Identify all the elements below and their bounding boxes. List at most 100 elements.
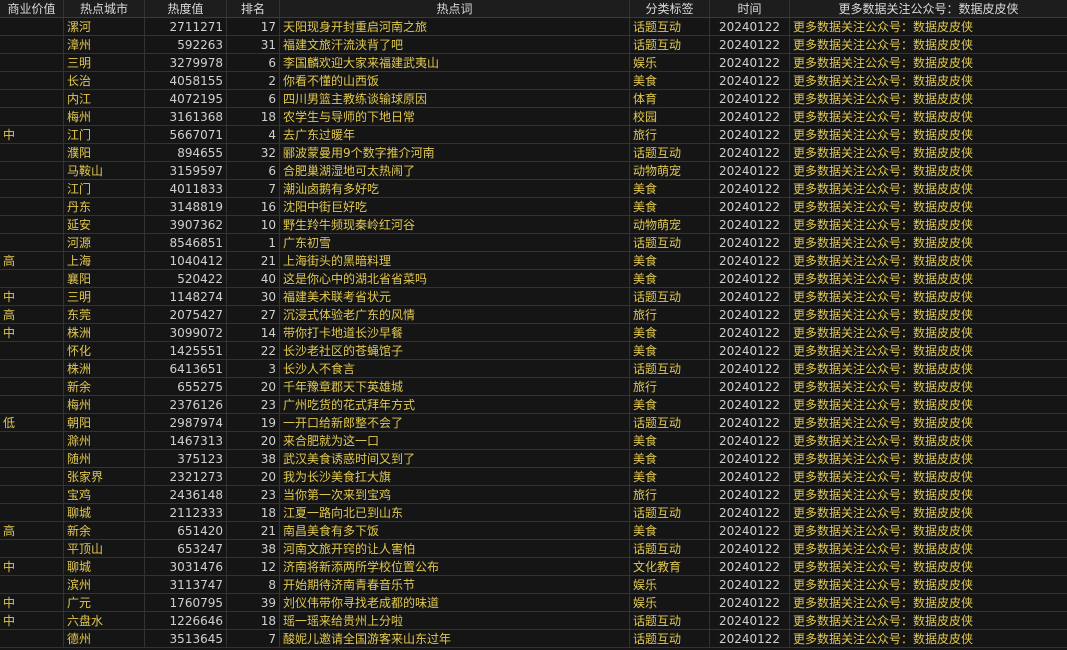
- cell-rank[interactable]: 8: [227, 576, 280, 593]
- cell-category[interactable]: 话题互动: [630, 288, 710, 305]
- cell-hot-city[interactable]: 滁州: [64, 432, 145, 449]
- table-row[interactable]: 中广元 1760795 39 刘仪伟带你寻找老成都的味道 娱乐 20240122 更多数据关…: [0, 594, 1067, 612]
- cell-time[interactable]: 20240122: [710, 216, 790, 233]
- cell-hot-city[interactable]: 河源: [64, 234, 145, 251]
- header-time[interactable]: 时间: [710, 0, 790, 17]
- cell-heat-value[interactable]: 8546851: [145, 234, 227, 251]
- cell-hot-city[interactable]: 张家界: [64, 468, 145, 485]
- cell-time[interactable]: 20240122: [710, 234, 790, 251]
- table-row[interactable]: 江门 4011833 7 潮汕卤鹅有多好吃 美食 20240122 更多数据关注公众号：数据…: [0, 180, 1067, 198]
- cell-category[interactable]: 美食: [630, 522, 710, 539]
- cell-more-data[interactable]: 更多数据关注公众号：数据皮皮侠: [790, 162, 1067, 179]
- table-row[interactable]: 滨州 3113747 8 开始期待济南青春音乐节 娱乐 20240122 更多数据关注公众号…: [0, 576, 1067, 594]
- cell-heat-value[interactable]: 6413651: [145, 360, 227, 377]
- cell-category[interactable]: 美食: [630, 270, 710, 287]
- cell-more-data[interactable]: 更多数据关注公众号：数据皮皮侠: [790, 594, 1067, 611]
- cell-time[interactable]: 20240122: [710, 450, 790, 467]
- cell-heat-value[interactable]: 3513645: [145, 630, 227, 647]
- table-row[interactable]: 随州 375123 38 武汉美食诱惑时间又到了 美食 20240122 更多数据关注公众号…: [0, 450, 1067, 468]
- cell-time[interactable]: 20240122: [710, 432, 790, 449]
- cell-time[interactable]: 20240122: [710, 324, 790, 341]
- cell-commercial-value[interactable]: [0, 486, 64, 503]
- cell-hot-word[interactable]: 郦波蒙曼用9个数字推介河南: [280, 144, 630, 161]
- cell-commercial-value[interactable]: 高: [0, 522, 64, 539]
- cell-hot-city[interactable]: 平顶山: [64, 540, 145, 557]
- cell-hot-city[interactable]: 六盘水: [64, 612, 145, 629]
- header-category[interactable]: 分类标签: [630, 0, 710, 17]
- cell-hot-word[interactable]: 这是你心中的湖北省省菜吗: [280, 270, 630, 287]
- cell-time[interactable]: 20240122: [710, 360, 790, 377]
- cell-category[interactable]: 话题互动: [630, 414, 710, 431]
- cell-hot-city[interactable]: 襄阳: [64, 270, 145, 287]
- cell-more-data[interactable]: 更多数据关注公众号：数据皮皮侠: [790, 378, 1067, 395]
- cell-rank[interactable]: 7: [227, 180, 280, 197]
- cell-hot-city[interactable]: 朝阳: [64, 414, 145, 431]
- cell-commercial-value[interactable]: 中: [0, 612, 64, 629]
- cell-hot-city[interactable]: 三明: [64, 288, 145, 305]
- cell-hot-word[interactable]: 开始期待济南青春音乐节: [280, 576, 630, 593]
- cell-heat-value[interactable]: 3099072: [145, 324, 227, 341]
- table-row[interactable]: 高新余 651420 21 南昌美食有多下饭 美食 20240122 更多数据关注公众号：数…: [0, 522, 1067, 540]
- cell-rank[interactable]: 19: [227, 414, 280, 431]
- cell-hot-word[interactable]: 去广东过暖年: [280, 126, 630, 143]
- cell-category[interactable]: 话题互动: [630, 540, 710, 557]
- cell-time[interactable]: 20240122: [710, 558, 790, 575]
- cell-more-data[interactable]: 更多数据关注公众号：数据皮皮侠: [790, 306, 1067, 323]
- cell-rank[interactable]: 6: [227, 54, 280, 71]
- cell-heat-value[interactable]: 1148274: [145, 288, 227, 305]
- cell-more-data[interactable]: 更多数据关注公众号：数据皮皮侠: [790, 216, 1067, 233]
- cell-commercial-value[interactable]: [0, 504, 64, 521]
- cell-commercial-value[interactable]: [0, 396, 64, 413]
- cell-more-data[interactable]: 更多数据关注公众号：数据皮皮侠: [790, 612, 1067, 629]
- cell-hot-city[interactable]: 延安: [64, 216, 145, 233]
- cell-commercial-value[interactable]: 中: [0, 324, 64, 341]
- cell-heat-value[interactable]: 2376126: [145, 396, 227, 413]
- cell-hot-word[interactable]: 一开口给新郎整不会了: [280, 414, 630, 431]
- cell-time[interactable]: 20240122: [710, 486, 790, 503]
- cell-commercial-value[interactable]: [0, 180, 64, 197]
- cell-rank[interactable]: 17: [227, 18, 280, 35]
- table-row[interactable]: 德州 3513645 7 酸妮儿邀请全国游客来山东过年 话题互动 20240122 更多数据…: [0, 630, 1067, 648]
- cell-heat-value[interactable]: 3148819: [145, 198, 227, 215]
- cell-more-data[interactable]: 更多数据关注公众号：数据皮皮侠: [790, 18, 1067, 35]
- cell-commercial-value[interactable]: [0, 198, 64, 215]
- cell-category[interactable]: 娱乐: [630, 576, 710, 593]
- table-row[interactable]: 平顶山 653247 38 河南文旅开窍的让人害怕 话题互动 20240122 更多数据关注…: [0, 540, 1067, 558]
- cell-commercial-value[interactable]: [0, 342, 64, 359]
- cell-heat-value[interactable]: 4072195: [145, 90, 227, 107]
- cell-category[interactable]: 美食: [630, 198, 710, 215]
- cell-more-data[interactable]: 更多数据关注公众号：数据皮皮侠: [790, 342, 1067, 359]
- cell-time[interactable]: 20240122: [710, 162, 790, 179]
- table-row[interactable]: 马鞍山 3159597 6 合肥巢湖湿地可太热闹了 动物萌宠 20240122 更多数据关注…: [0, 162, 1067, 180]
- cell-category[interactable]: 校园: [630, 108, 710, 125]
- cell-hot-word[interactable]: 长沙老社区的苍蝇馆子: [280, 342, 630, 359]
- cell-heat-value[interactable]: 3031476: [145, 558, 227, 575]
- cell-rank[interactable]: 30: [227, 288, 280, 305]
- cell-rank[interactable]: 31: [227, 36, 280, 53]
- cell-more-data[interactable]: 更多数据关注公众号：数据皮皮侠: [790, 522, 1067, 539]
- cell-commercial-value[interactable]: [0, 90, 64, 107]
- cell-hot-city[interactable]: 随州: [64, 450, 145, 467]
- cell-heat-value[interactable]: 2112333: [145, 504, 227, 521]
- cell-commercial-value[interactable]: [0, 72, 64, 89]
- cell-category[interactable]: 美食: [630, 180, 710, 197]
- cell-hot-word[interactable]: 瑶一瑶来给贵州上分啦: [280, 612, 630, 629]
- cell-commercial-value[interactable]: [0, 576, 64, 593]
- cell-heat-value[interactable]: 2987974: [145, 414, 227, 431]
- cell-more-data[interactable]: 更多数据关注公众号：数据皮皮侠: [790, 252, 1067, 269]
- cell-more-data[interactable]: 更多数据关注公众号：数据皮皮侠: [790, 270, 1067, 287]
- table-row[interactable]: 株洲 6413651 3 长沙人不食言 话题互动 20240122 更多数据关注公众号：数据…: [0, 360, 1067, 378]
- cell-rank[interactable]: 22: [227, 342, 280, 359]
- cell-rank[interactable]: 20: [227, 432, 280, 449]
- cell-commercial-value[interactable]: [0, 18, 64, 35]
- cell-commercial-value[interactable]: [0, 108, 64, 125]
- cell-category[interactable]: 旅行: [630, 378, 710, 395]
- cell-hot-word[interactable]: 酸妮儿邀请全国游客来山东过年: [280, 630, 630, 647]
- cell-commercial-value[interactable]: [0, 360, 64, 377]
- table-row[interactable]: 高上海 1040412 21 上海街头的黑暗料理 美食 20240122 更多数据关注公众号…: [0, 252, 1067, 270]
- cell-heat-value[interactable]: 2711271: [145, 18, 227, 35]
- table-row[interactable]: 延安 3907362 10 野生羚牛频现秦岭红河谷 动物萌宠 20240122 更多数据关注…: [0, 216, 1067, 234]
- cell-time[interactable]: 20240122: [710, 612, 790, 629]
- cell-heat-value[interactable]: 1467313: [145, 432, 227, 449]
- cell-commercial-value[interactable]: [0, 36, 64, 53]
